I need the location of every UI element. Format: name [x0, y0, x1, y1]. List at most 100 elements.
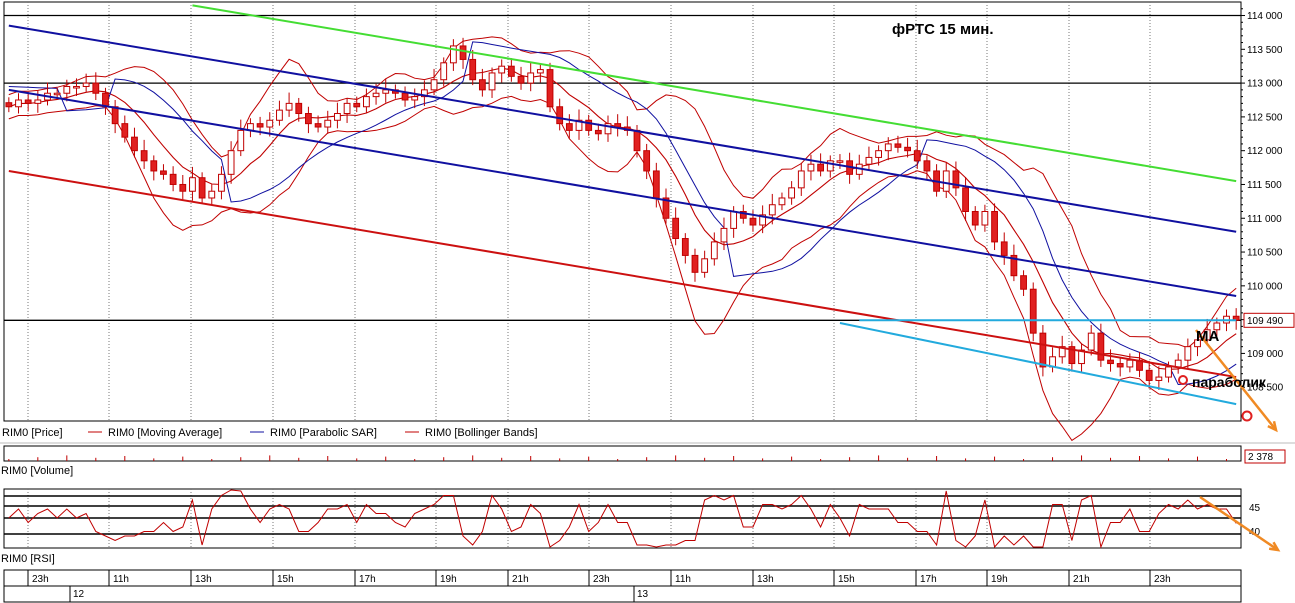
candle-body — [63, 85, 71, 94]
candle-body — [865, 156, 873, 165]
candle-body — [295, 102, 303, 115]
time-axis-date-label: 13 — [637, 589, 649, 600]
candle-body — [894, 143, 902, 148]
candle-body — [198, 177, 206, 199]
candle-body — [1145, 369, 1153, 381]
candle-body — [681, 238, 689, 256]
candle-body — [546, 69, 554, 108]
volume-panel-frame — [3, 445, 1242, 462]
candle-body — [401, 92, 409, 101]
time-axis-hour-label: 13h — [757, 574, 774, 585]
candle-body — [710, 241, 718, 260]
price-axis-tick-label: 113 000 — [1247, 79, 1283, 90]
last-price-label: 109 490 — [1247, 316, 1284, 327]
candle-body — [92, 82, 100, 94]
candle-body — [749, 217, 757, 226]
candle-body — [34, 99, 42, 104]
time-axis-hour-label: 19h — [440, 574, 457, 585]
candle-body — [517, 75, 525, 84]
candle-body — [875, 150, 882, 158]
candle-body — [276, 109, 283, 121]
sar-target-circle — [1241, 410, 1253, 422]
time-axis-hour-label: 23h — [1154, 574, 1171, 585]
chart: 108 500109 000109 500110 000110 500111 0… — [0, 1, 1295, 603]
time-axis-hour-label: 17h — [920, 574, 937, 585]
time-axis-hour-label: 15h — [277, 574, 294, 585]
price-axis-tick-label: 110 000 — [1247, 281, 1283, 292]
candle-body — [150, 160, 158, 172]
candle-body — [536, 69, 544, 74]
candle-body — [488, 72, 496, 91]
candle-body — [285, 102, 293, 111]
candle-body — [1020, 275, 1027, 290]
candle-body — [82, 82, 90, 87]
candle-body — [102, 92, 109, 108]
candle-body — [720, 227, 728, 243]
time-axis-hour-label: 17h — [359, 574, 376, 585]
candle-body — [1107, 359, 1114, 365]
price-axis-tick-label: 113 500 — [1247, 45, 1283, 56]
annotation-ma: MA — [1196, 328, 1219, 345]
candle-body — [430, 79, 438, 91]
candle-body — [324, 119, 332, 128]
candle-body — [836, 160, 844, 163]
candle-body — [478, 79, 486, 91]
candle-body — [140, 150, 148, 162]
candle-body — [73, 85, 80, 89]
chart-frame — [3, 1, 1242, 603]
candle-body — [614, 123, 622, 128]
time-axis-hour-label: 13h — [195, 574, 212, 585]
candle-body — [208, 190, 216, 199]
time-axis-hour-label: 19h — [991, 574, 1008, 585]
candle-body — [923, 160, 931, 172]
price-axis-tick-label: 109 000 — [1247, 349, 1284, 360]
candle-body — [334, 113, 341, 121]
price-axis-tick-label: 111 500 — [1247, 180, 1282, 191]
candle-body — [1174, 359, 1182, 368]
candle-body — [266, 119, 274, 128]
candle-body — [701, 258, 709, 273]
candle-body — [904, 146, 911, 152]
price-axis-tick-label: 111 000 — [1247, 214, 1282, 225]
candle-body — [411, 96, 419, 101]
candle-body — [565, 123, 573, 131]
candle-body — [1039, 332, 1047, 368]
legend-item-label: RIM0 [Parabolic SAR] — [270, 427, 377, 439]
candle-body — [218, 173, 225, 192]
candle-body — [652, 170, 660, 199]
candle-body — [971, 211, 979, 226]
candle-body — [1000, 241, 1008, 256]
price-axis-tick-label: 112 000 — [1247, 146, 1283, 157]
candle-body — [372, 92, 380, 98]
candle-body — [942, 170, 950, 192]
candle-body — [1116, 363, 1124, 368]
candle-body — [440, 62, 448, 81]
candle-body — [227, 150, 235, 175]
candle-body — [643, 150, 651, 172]
legend-item-label: RIM0 [Bollinger Bands] — [425, 427, 538, 439]
candle-body — [1184, 346, 1192, 361]
volume-panel-label: RIM0 [Volume] — [1, 465, 73, 477]
candle-body — [1097, 332, 1105, 361]
candle-body — [498, 65, 506, 74]
candle-body — [24, 99, 32, 104]
candle-body — [459, 45, 467, 60]
candle-body — [189, 177, 196, 192]
time-axis-hour-label: 11h — [113, 574, 129, 585]
candle-body — [817, 163, 825, 172]
candle-body — [5, 102, 13, 108]
annotation-parabolic: параболик — [1192, 374, 1267, 390]
candle-body — [556, 106, 564, 125]
legend: RIM0 [Price] RIM0 [Moving Average] RIM0 [P… — [0, 427, 1295, 444]
candle-body — [884, 143, 892, 152]
candle-body — [962, 187, 969, 212]
candle-body — [633, 129, 641, 152]
candle-body — [991, 211, 998, 243]
time-axis-hour-label: 11h — [675, 574, 691, 585]
candle-body — [121, 123, 129, 138]
candle-body — [913, 150, 921, 162]
candle-body — [691, 254, 699, 273]
candle-body — [1165, 366, 1172, 378]
time-axis-hour-label: 15h — [838, 574, 855, 585]
candle-body — [111, 106, 119, 125]
